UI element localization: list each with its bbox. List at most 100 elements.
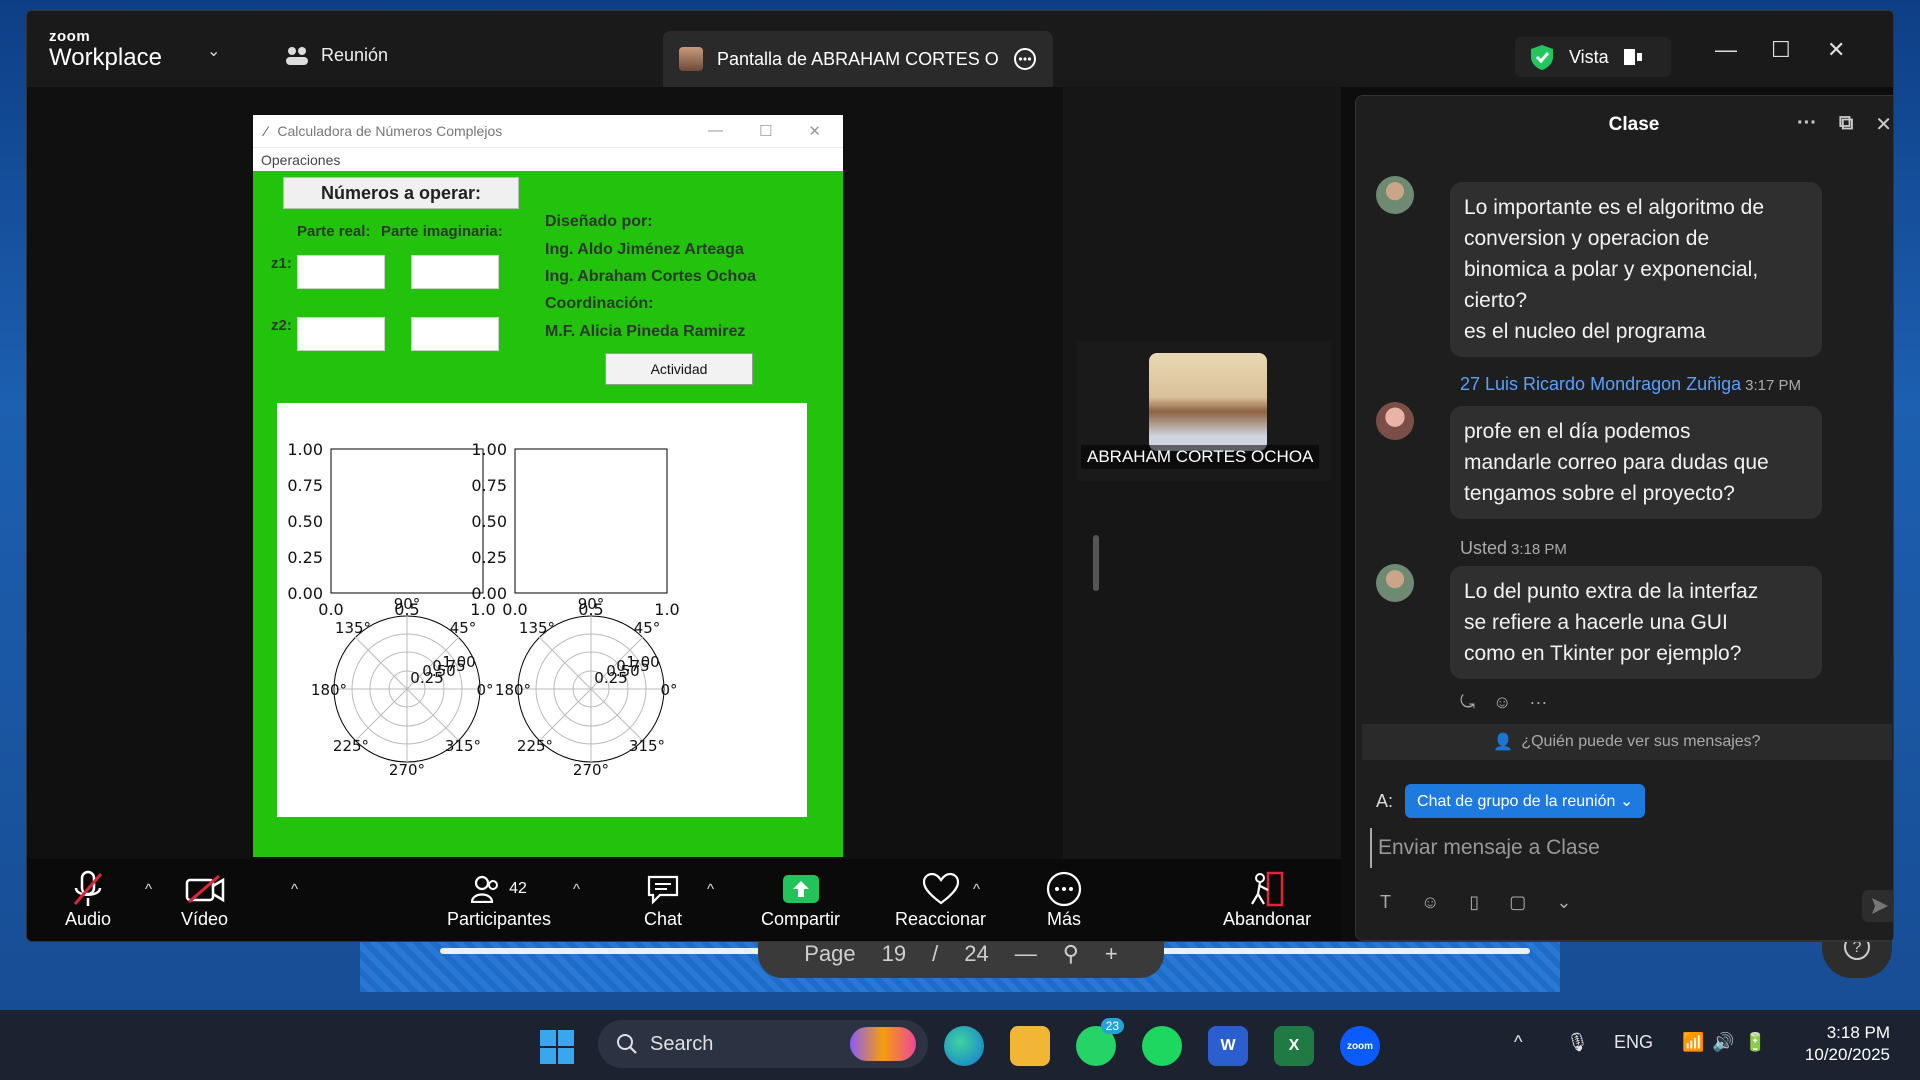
resize-handle[interactable] — [1093, 535, 1099, 591]
activity-button[interactable]: Actividad — [605, 353, 753, 385]
add-reaction-icon[interactable]: ☺ — [1493, 692, 1511, 713]
mic-tray-icon[interactable]: 🎙 — [1566, 1032, 1589, 1053]
audio-options-caret-icon[interactable]: ^ — [145, 881, 152, 898]
text-format-icon[interactable]: T — [1380, 892, 1391, 913]
view-button[interactable]: Vista — [1515, 37, 1671, 77]
zoom-app-icon[interactable]: zoom — [1340, 1026, 1380, 1066]
z1-real-input[interactable] — [297, 255, 385, 289]
zoom-out-icon[interactable]: — — [1015, 941, 1037, 967]
reply-icon[interactable]: ⤿ — [1460, 692, 1475, 713]
tray-overflow-chevron-icon[interactable]: ^ — [1514, 1032, 1522, 1053]
audio-button[interactable]: Audio — [65, 869, 111, 930]
leave-button[interactable]: Abandonar — [1223, 869, 1311, 930]
maximize-icon[interactable]: ☐ — [1771, 37, 1791, 63]
wifi-icon[interactable]: 📶 — [1682, 1032, 1704, 1053]
spotify-icon[interactable] — [1142, 1026, 1182, 1066]
react-button[interactable]: Reaccionar — [895, 869, 986, 930]
calc-minimize-icon[interactable]: — — [708, 122, 723, 140]
chat-caret-icon[interactable]: ^ — [707, 881, 714, 898]
view-layout-icon — [1623, 49, 1642, 65]
message-line: cierto? — [1464, 289, 1528, 312]
recipient-name: Chat de grupo de la reunión — [1417, 793, 1616, 810]
excel-icon[interactable]: X — [1274, 1026, 1314, 1066]
sender-name[interactable]: 27 Luis Ricardo Mondragon Zuñiga — [1460, 374, 1741, 394]
more-options-icon[interactable] — [1013, 47, 1037, 71]
share-button[interactable]: Compartir — [761, 869, 840, 930]
z2-real-input[interactable] — [297, 317, 385, 351]
clock-date: 10/20/2025 — [1804, 1045, 1890, 1064]
meeting-menu[interactable]: Reunión — [285, 45, 388, 66]
menu-operaciones[interactable]: Operaciones — [261, 152, 340, 168]
more-options-chevron-icon[interactable]: ⌄ — [1556, 892, 1571, 913]
operands-header-button[interactable]: Números a operar: — [283, 177, 519, 209]
pdf-page-current[interactable]: 19 — [882, 941, 906, 967]
avatar — [1376, 402, 1414, 440]
share-screen-tab[interactable]: Pantalla de ABRAHAM CORTES O — [663, 31, 1053, 87]
recipient-dropdown[interactable]: Chat de grupo de la reunión ⌄ — [1405, 784, 1646, 818]
search-icon — [617, 1034, 637, 1054]
chat-button[interactable]: Chat — [644, 869, 682, 930]
calc-close-icon[interactable]: ✕ — [808, 122, 821, 140]
left-axes-frame — [330, 448, 484, 594]
chat-message-input[interactable]: Enviar mensaje a Clase — [1370, 828, 1870, 868]
chat-message: profe en el día podemos mandarle correo … — [1450, 406, 1822, 519]
z2-imag-input[interactable] — [411, 317, 499, 351]
whatsapp-icon[interactable]: 23 — [1076, 1018, 1124, 1066]
chat-close-icon[interactable]: ✕ — [1875, 112, 1892, 137]
calc-maximize-icon[interactable]: ☐ — [759, 122, 772, 140]
screenshot-icon[interactable]: ▢ — [1509, 892, 1526, 913]
feather-icon: ⁄ — [265, 123, 268, 139]
polar-label: 270° — [573, 761, 609, 779]
share-screen-icon — [782, 875, 819, 903]
polar-label: 225° — [517, 737, 553, 755]
who-can-see-notice[interactable]: 👤 ¿Quién puede ver sus mensajes? — [1362, 724, 1892, 760]
system-clock[interactable]: 3:18 PM 10/20/2025 — [1805, 1022, 1890, 1066]
message-line: mandarle correo para dudas que — [1464, 451, 1769, 474]
close-icon[interactable]: ✕ — [1827, 37, 1845, 63]
volume-icon[interactable]: 🔊 — [1712, 1032, 1734, 1053]
edge-app-icon[interactable] — [944, 1026, 984, 1066]
credit-line-2: Ing. Aldo Jiménez Arteaga — [545, 241, 744, 258]
more-button[interactable]: Más — [1045, 869, 1083, 930]
polar-label: 315° — [445, 737, 481, 755]
popout-icon[interactable]: ⧉ — [1839, 112, 1853, 137]
y-tick: 0.25 — [287, 548, 323, 567]
battery-icon[interactable]: 🔋 — [1744, 1032, 1766, 1053]
video-button[interactable]: Vídeo — [181, 869, 228, 930]
pdf-page-sep: / — [932, 941, 939, 966]
minimize-icon[interactable]: — — [1715, 37, 1737, 63]
zoom-in-icon[interactable]: + — [1105, 941, 1118, 967]
app-menu-chevron-icon[interactable]: ⌄ — [207, 41, 220, 61]
z1-imag-input[interactable] — [411, 255, 499, 289]
x-tick: 1.0 — [470, 600, 495, 619]
participants-button[interactable]: 42 Participantes — [447, 869, 551, 930]
word-icon[interactable]: W — [1208, 1026, 1248, 1066]
message-more-icon[interactable]: ··· — [1529, 692, 1547, 713]
polar-label: 0° — [476, 681, 493, 699]
taskbar-search[interactable]: Search — [598, 1020, 928, 1068]
start-button[interactable] — [540, 1030, 574, 1069]
chat-message: Lo importante es el algoritmo de convers… — [1450, 182, 1822, 357]
more-icon — [1046, 871, 1082, 907]
file-explorer-icon[interactable] — [1010, 1026, 1050, 1066]
language-indicator[interactable]: ENG — [1614, 1032, 1653, 1053]
video-options-caret-icon[interactable]: ^ — [291, 881, 298, 898]
people-icon — [286, 46, 308, 65]
polar-radius-label: 0.25 — [410, 669, 443, 687]
y-tick: 0.25 — [471, 548, 507, 567]
message-line: es el nucleo del programa — [1464, 320, 1706, 343]
participant-video-tile[interactable]: ABRAHAM CORTES OCHOA — [1077, 341, 1331, 481]
emoji-icon[interactable]: ☺ — [1421, 892, 1439, 913]
file-icon[interactable]: ▯ — [1469, 892, 1479, 913]
magnifier-icon[interactable]: ⚲ — [1063, 941, 1079, 967]
send-button[interactable] — [1862, 890, 1893, 922]
participants-caret-icon[interactable]: ^ — [573, 881, 580, 898]
more-label: Más — [1046, 909, 1081, 929]
microphone-muted-icon — [73, 870, 103, 906]
share-tab-title: Pantalla de ABRAHAM CORTES O — [717, 48, 999, 69]
search-highlight-image — [850, 1027, 916, 1061]
polar-radius-label: 0.25 — [594, 669, 627, 687]
react-caret-icon[interactable]: ^ — [973, 881, 980, 898]
real-part-label: Parte real: — [297, 223, 371, 240]
chat-more-icon[interactable]: ··· — [1797, 112, 1817, 137]
